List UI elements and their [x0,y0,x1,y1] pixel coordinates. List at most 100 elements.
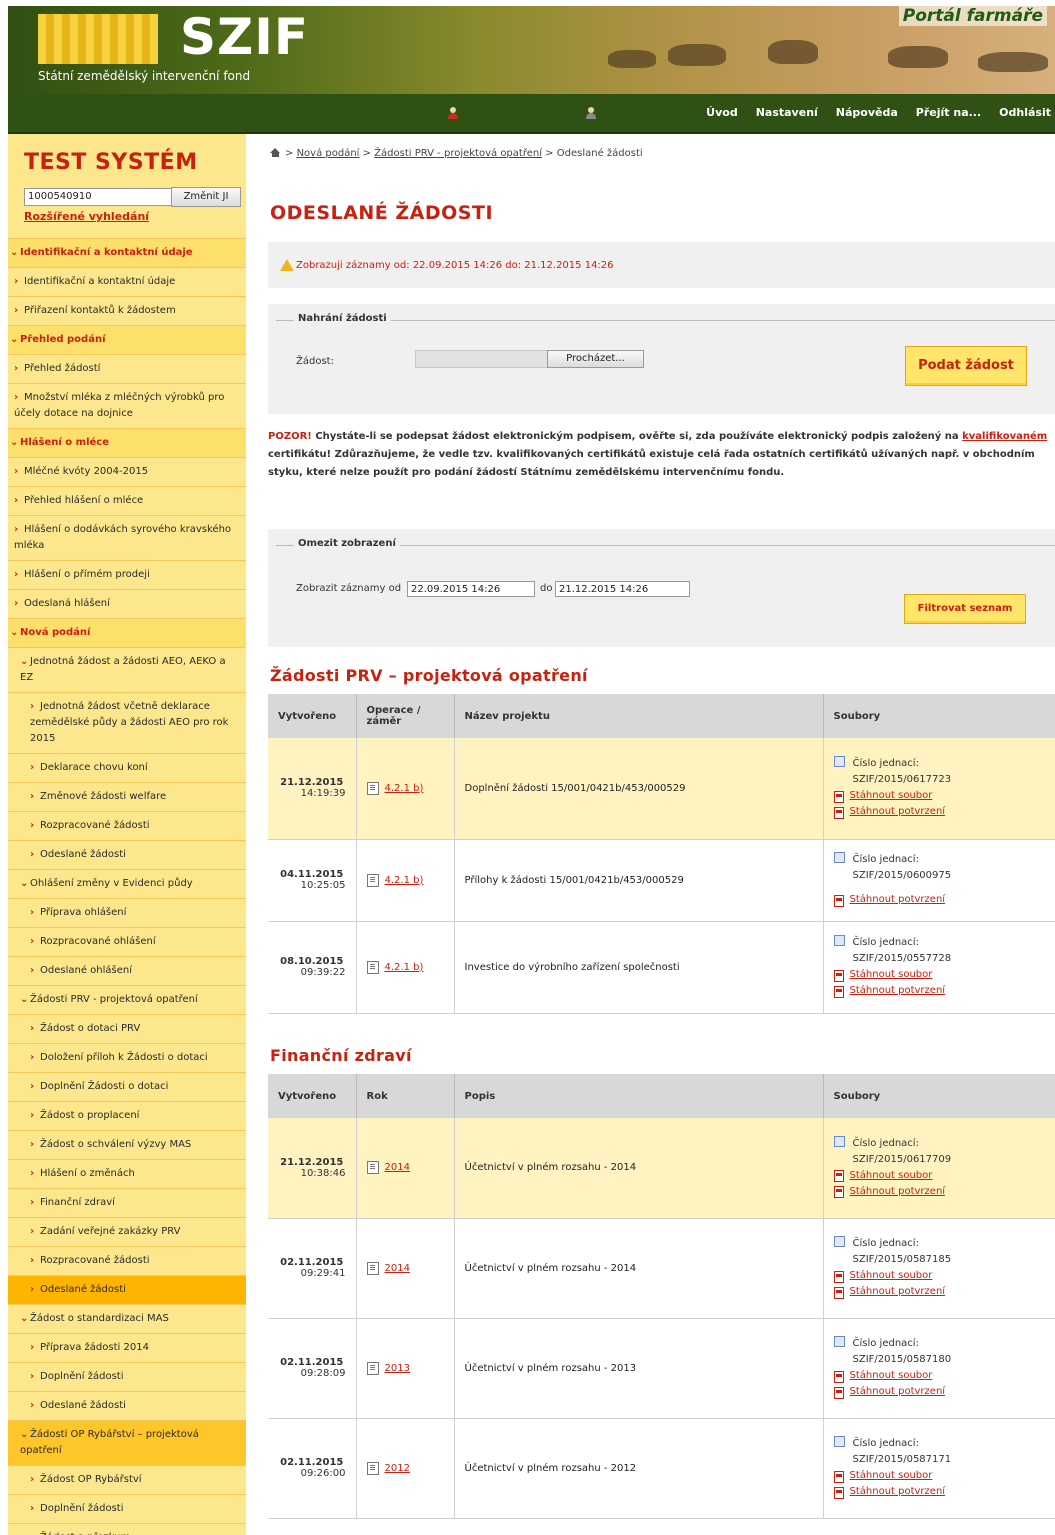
upload-legend: Nahrání žádosti [294,313,391,324]
qualified-certificate-link[interactable]: kvalifikovaném [962,431,1047,442]
download-link[interactable]: Stáhnout potvrzení [833,804,1046,820]
sidebar-subitem[interactable]: › Doložení příloh k Žádosti o dotaci [8,1043,246,1072]
operation-link[interactable]: 2014 [385,1263,410,1274]
sidebar-item[interactable]: › Množství mléka z mléčných výrobků pro ú… [8,383,246,428]
home-icon[interactable] [270,148,281,157]
sidebar-item[interactable]: › Identifikační a kontaktní údaje [8,267,246,296]
sidebar-subitem[interactable]: › Zadání veřejné zakázky PRV [8,1217,246,1246]
chevron-right-icon: › [30,1081,35,1092]
advanced-search-link[interactable]: Rozšířené vyhledání [24,210,149,223]
sidebar-subitem[interactable]: › Doplnění žádosti [8,1494,246,1523]
sidebar-subitem[interactable]: ›Žádost o přezkum [8,1523,246,1535]
chevron-right-icon: › [30,1400,35,1411]
chevron-down-icon: ⌄ [10,334,19,345]
operation-link[interactable]: 2012 [385,1463,410,1474]
sidebar-subitem[interactable]: › Rozpracované žádosti [8,1246,246,1275]
browse-button[interactable]: Procházet... [547,350,644,368]
filter-button[interactable]: Filtrovat seznam [904,594,1026,624]
chevron-right-icon: › [30,791,35,802]
change-jid-button[interactable]: Změnit JI [171,187,241,207]
sidebar-group[interactable]: ⌄ Jednotná žádost a žádosti AEO, AEKO a E… [8,647,246,692]
sidebar-section[interactable]: ⌄ Identifikační a kontaktní údaje [8,238,246,267]
reference-number: SZIF/2015/0587185 [852,1254,952,1265]
sidebar-subitem[interactable]: › Hlášení o změnách [8,1159,246,1188]
operation-link[interactable]: 2013 [385,1363,410,1374]
sidebar-subitem[interactable]: › Odeslané žádosti [8,1391,246,1420]
jid-input[interactable]: 1000540910 [24,188,172,206]
sidebar-subitem[interactable]: › Příprava ohlášení [8,898,246,927]
download-link[interactable]: Stáhnout potvrzení [833,983,1046,999]
nav-odhlasit[interactable]: Odhlásit [999,106,1051,119]
download-link[interactable]: Stáhnout potvrzení [833,1484,1046,1500]
breadcrumb-link[interactable]: Nová podání [297,148,360,159]
sidebar-group[interactable]: ⌄ Žádost o standardizaci MAS [8,1304,246,1333]
sidebar-subitem[interactable]: › Odeslané žádosti [8,840,246,869]
sidebar-item[interactable]: › Přehled hlášení o mléce [8,486,246,515]
sidebar-subitem[interactable]: › Žádost OP Rybářství [8,1465,246,1494]
reference-label: Číslo jednací: [852,1438,919,1449]
nav-nastaveni[interactable]: Nastavení [756,106,818,119]
sidebar-group[interactable]: ⌄ Žádosti PRV - projektová opatření [8,985,246,1014]
sidebar-item[interactable]: › Hlášení o přímém prodeji [8,560,246,589]
operation-cell: 2013 [355,1318,454,1419]
nav-prejit-na[interactable]: Přejít na... [916,106,981,119]
download-link[interactable]: Stáhnout soubor [833,788,1046,804]
operation-link[interactable]: 4.2.1 b) [385,875,424,886]
file-path-field[interactable] [415,350,549,368]
sidebar-group[interactable]: ⌄ Žádosti OP Rybářství – projektová opatř… [8,1420,246,1465]
sidebar-item[interactable]: › Mléčné kvóty 2004-2015 [8,457,246,486]
filter-from-input[interactable]: 22.09.2015 14:26 [407,581,535,597]
operation-cell: 2014 [355,1218,454,1319]
operation-link[interactable]: 4.2.1 b) [385,962,424,973]
sidebar-subitem[interactable]: › Žádost o schválení výzvy MAS [8,1130,246,1159]
sidebar-item[interactable]: › Odeslaná hlášení [8,589,246,618]
submit-application-button[interactable]: Podat žádost [905,346,1027,386]
sidebar-item[interactable]: › Hlášení o dodávkách syrového kravského … [8,515,246,560]
nav-uvod[interactable]: Úvod [706,106,738,119]
download-link[interactable]: Stáhnout soubor [833,1268,1046,1284]
breadcrumb-link[interactable]: Žádosti PRV - projektová opatření [374,148,542,159]
sidebar-section[interactable]: ⌄ Nová podání [8,618,246,647]
chevron-right-icon: › [30,701,35,712]
sidebar-subitem-selected[interactable]: › Odeslané žádosti [8,1275,246,1304]
sidebar-group[interactable]: ⌄ Ohlášení změny v Evidenci půdy [8,869,246,898]
sidebar-subitem[interactable]: › Žádost o proplacení [8,1101,246,1130]
pdf-icon [833,806,844,819]
operation-link[interactable]: 4.2.1 b) [385,783,424,794]
financial-health-table: Vytvořeno Rok Popis Soubory 21.12.2015 10:38:… [268,1074,1055,1519]
download-link[interactable]: Stáhnout soubor [833,1468,1046,1484]
download-link[interactable]: Stáhnout potvrzení [833,1184,1046,1200]
sidebar-section[interactable]: ⌄ Hlášení o mléce [8,428,246,457]
sidebar-subitem[interactable]: › Rozpracované ohlášení [8,927,246,956]
sidebar-subitem[interactable]: › Doplnění žádosti [8,1362,246,1391]
nav-napoveda[interactable]: Nápověda [836,106,898,119]
filter-to-input[interactable]: 21.12.2015 14:26 [555,581,690,597]
sidebar-subitem[interactable]: › Deklarace chovu koní [8,753,246,782]
column-header: Operace / záměr [355,694,454,738]
sidebar-subitem[interactable]: › Změnové žádosti welfare [8,782,246,811]
sidebar-item[interactable]: › Přiřazení kontaktů k žádostem [8,296,246,325]
sidebar-subitem[interactable]: › Finanční zdraví [8,1188,246,1217]
download-link[interactable]: Stáhnout potvrzení [833,1384,1046,1400]
user-icon[interactable] [448,107,458,119]
sidebar-section[interactable]: ⌄ Přehled podání [8,325,246,354]
operation-link[interactable]: 2014 [385,1162,410,1173]
sidebar-subitem[interactable]: › Doplnění Žádosti o dotaci [8,1072,246,1101]
sidebar-subitem[interactable]: › Jednotná žádost včetně deklarace zemědě… [8,692,246,753]
sidebar-item[interactable]: › Přehled žádostí [8,354,246,383]
sidebar-subitem[interactable]: › Žádost o dotaci PRV [8,1014,246,1043]
site-header: SZIF Státní zemědělský intervenční fond … [8,6,1055,94]
download-link[interactable]: Stáhnout soubor [833,1368,1046,1384]
signature-warning: POZOR! Chystáte-li se podepsat žádost el… [268,428,1048,482]
sidebar-subitem[interactable]: › Rozpracované žádosti [8,811,246,840]
column-header: Vytvořeno [268,694,356,738]
table-row: 02.11.2015 09:26:00 2012 Účetnictví v plném… [268,1418,1055,1519]
download-link[interactable]: Stáhnout potvrzení [833,1284,1046,1300]
sidebar-subitem[interactable]: › Příprava žádosti 2014 [8,1333,246,1362]
szif-logo-text: SZIF [180,8,310,66]
download-link[interactable]: Stáhnout potvrzení [833,892,1046,908]
download-link[interactable]: Stáhnout soubor [833,1168,1046,1184]
sidebar-subitem[interactable]: › Odeslané ohlášení [8,956,246,985]
download-link[interactable]: Stáhnout soubor [833,967,1046,983]
user-icon[interactable] [586,107,596,119]
